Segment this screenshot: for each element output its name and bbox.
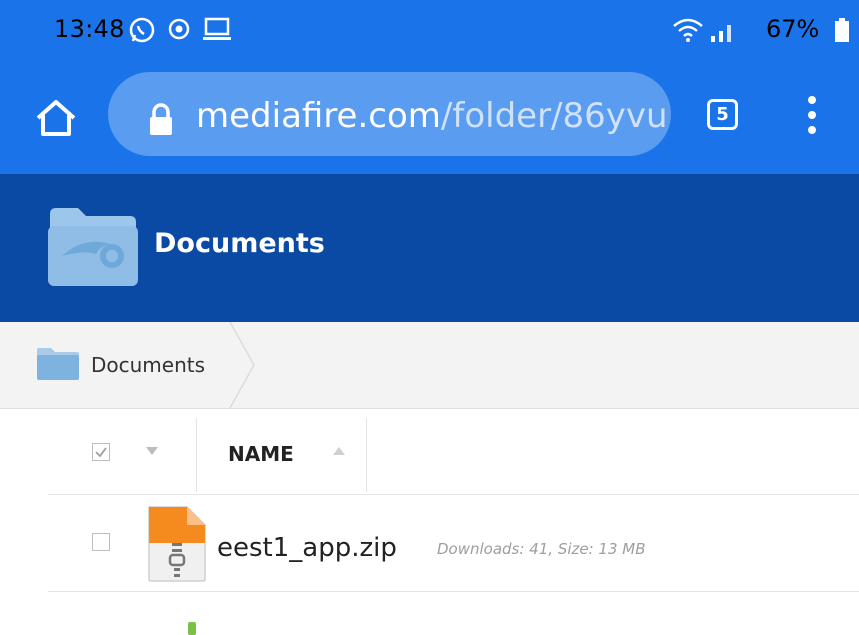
url-text[interactable]: mediafire.com/folder/86yvu <box>196 94 666 138</box>
column-divider <box>366 418 367 492</box>
home-icon[interactable] <box>34 96 78 140</box>
mediafire-folder-icon <box>48 208 138 286</box>
whatsapp-icon <box>129 17 155 43</box>
battery-percent: 67% <box>766 15 820 43</box>
chrome-notification-icon <box>168 18 190 40</box>
wifi-icon <box>673 18 703 42</box>
url-domain: mediafire.com <box>196 96 441 136</box>
check-icon <box>95 447 107 458</box>
breadcrumb-label[interactable]: Documents <box>91 351 205 379</box>
status-time: 13:48 <box>54 15 125 43</box>
file-icon-partial <box>188 622 196 635</box>
tab-switcher-button[interactable]: 5 <box>707 99 738 130</box>
sort-ascending-icon[interactable] <box>332 446 346 456</box>
name-column-header[interactable]: NAME <box>228 440 294 468</box>
folder-title: Documents <box>154 228 325 259</box>
signal-icon <box>711 25 731 42</box>
folder-icon <box>37 348 79 380</box>
select-all-checkbox[interactable] <box>92 443 110 461</box>
lock-icon <box>150 103 172 135</box>
screen-cast-icon <box>203 17 231 40</box>
file-meta: Downloads: 41, Size: 13 MB <box>437 540 646 558</box>
row-checkbox[interactable] <box>92 533 110 551</box>
column-divider <box>196 418 197 492</box>
breadcrumb-separator <box>229 322 255 408</box>
url-path: /folder/86yvu <box>440 96 666 136</box>
select-dropdown-icon[interactable] <box>145 446 159 456</box>
zip-file-icon <box>148 506 206 582</box>
file-list-header <box>48 414 859 495</box>
file-name[interactable]: eest1_app.zip <box>217 531 397 565</box>
battery-icon <box>835 18 849 42</box>
overflow-menu-icon[interactable] <box>802 96 822 136</box>
